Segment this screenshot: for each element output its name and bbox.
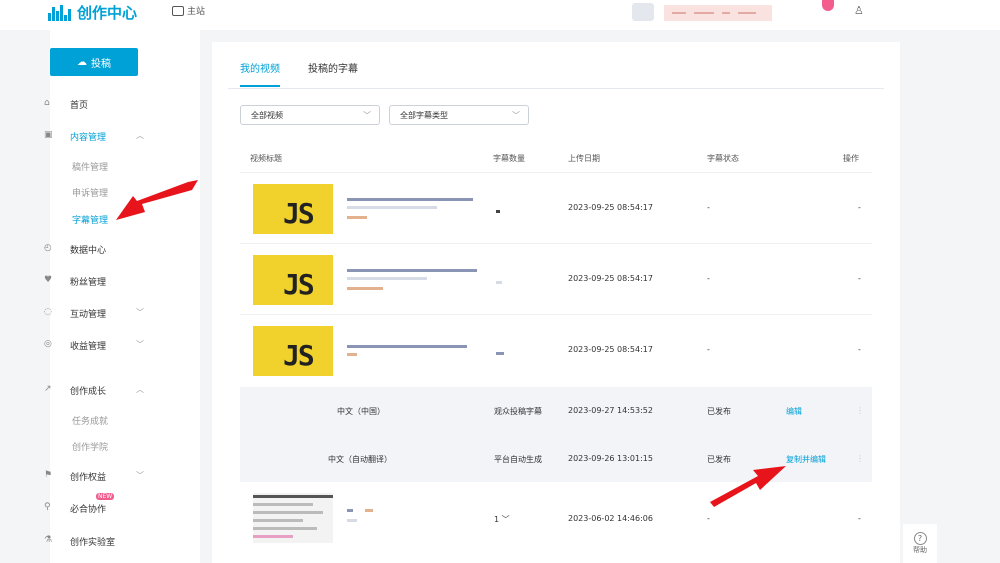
red-arrow-subtitle-nav xyxy=(116,180,198,220)
annotation-arrows xyxy=(116,180,786,507)
red-arrow-copy-edit xyxy=(710,466,786,507)
